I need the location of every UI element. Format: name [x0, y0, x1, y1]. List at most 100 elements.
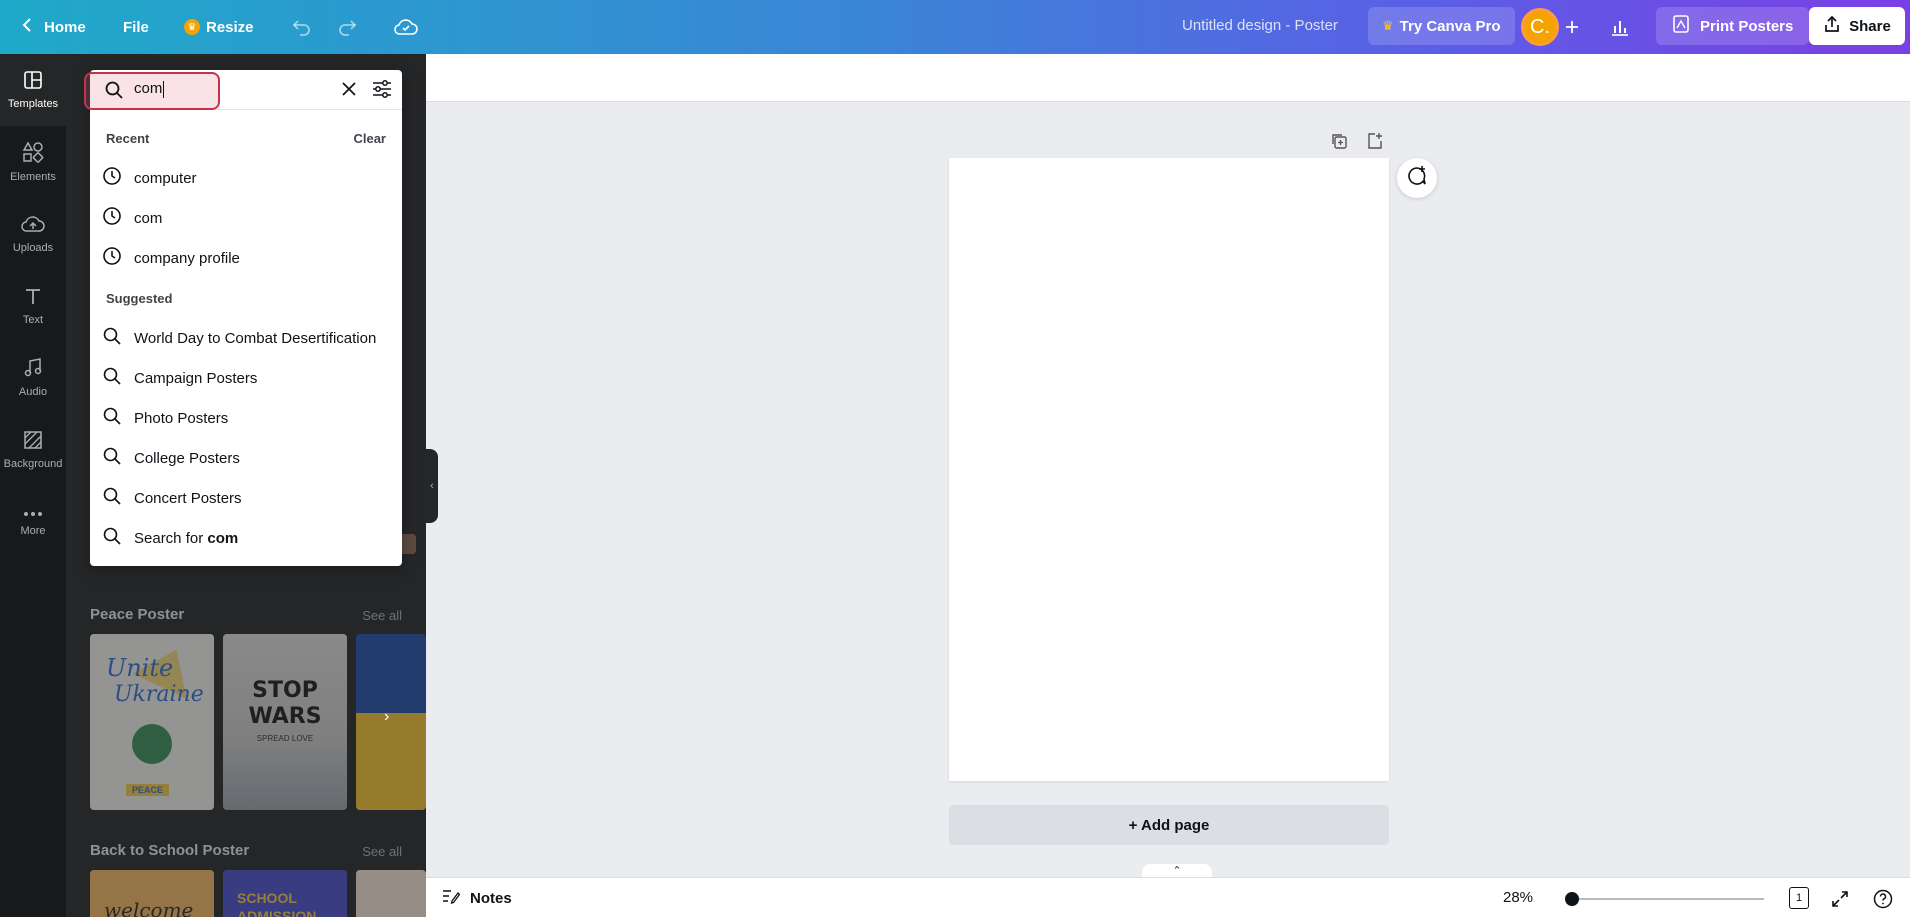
template-thumbnail[interactable]: welcome	[90, 870, 214, 917]
page-count-button[interactable]: 1	[1789, 887, 1809, 909]
zoom-slider-handle[interactable]	[1564, 892, 1579, 906]
suggested-search-item[interactable]: Campaign Posters	[90, 358, 402, 398]
home-button[interactable]: Home	[10, 8, 98, 46]
suggested-search-item[interactable]: Concert Posters	[90, 478, 402, 518]
search-icon	[102, 406, 122, 430]
search-for-item[interactable]: Search for com	[90, 518, 402, 558]
more-dots-icon	[23, 508, 43, 520]
rail-label: Audio	[18, 386, 48, 398]
rail-item-elements[interactable]: Elements	[0, 126, 66, 198]
analytics-icon[interactable]	[1602, 9, 1638, 45]
show-pages-toggle[interactable]: ⌃	[1142, 864, 1212, 878]
cloud-save-icon[interactable]	[388, 9, 424, 45]
top-bar: Home File ♛ Resize Untitled design - Pos…	[0, 0, 1910, 54]
clock-icon	[102, 166, 122, 190]
clear-recent-button[interactable]: Clear	[353, 131, 386, 146]
rail-item-background[interactable]: Background	[0, 414, 66, 486]
undo-icon[interactable]	[284, 9, 320, 45]
section-title: Peace Poster	[90, 606, 185, 623]
recent-search-label: company profile	[134, 249, 240, 267]
share-icon	[1823, 15, 1841, 37]
add-page-button[interactable]: + Add page	[949, 805, 1389, 845]
design-title[interactable]: Untitled design - Poster	[1182, 17, 1338, 34]
recent-search-label: com	[134, 209, 163, 227]
suggested-search-item[interactable]: World Day to Combat Desertification	[90, 318, 402, 358]
suggested-search-label: Concert Posters	[134, 489, 242, 507]
duplicate-page-icon[interactable]	[1328, 130, 1350, 152]
try-pro-label: Try Canva Pro	[1399, 17, 1501, 35]
rail-item-text[interactable]: Text	[0, 270, 66, 342]
search-bar: com	[84, 70, 402, 110]
clock-icon	[102, 206, 122, 230]
file-menu-button[interactable]: File	[111, 8, 161, 46]
share-button[interactable]: Share	[1809, 7, 1905, 45]
add-comment-button[interactable]	[1397, 158, 1437, 198]
editor-toolbar	[426, 54, 1910, 102]
file-label: File	[123, 18, 149, 36]
rail-label: Elements	[10, 171, 56, 183]
chevron-left-icon	[22, 18, 32, 36]
recent-search-label: computer	[134, 169, 197, 187]
left-rail: Templates Elements Uploads Text Audio Ba…	[0, 54, 66, 917]
template-thumbnail[interactable]	[356, 870, 426, 917]
search-icon	[102, 526, 122, 550]
search-icon	[102, 486, 122, 510]
fullscreen-icon[interactable]	[1829, 888, 1851, 910]
filter-icon[interactable]	[372, 80, 392, 103]
rail-item-templates[interactable]: Templates	[0, 54, 66, 126]
zoom-level[interactable]: 28%	[1503, 889, 1533, 906]
background-pattern-icon	[23, 430, 43, 453]
rail-item-more[interactable]: More	[0, 486, 66, 558]
search-for-label: Search for com	[134, 530, 386, 547]
redo-icon[interactable]	[329, 9, 365, 45]
template-thumbnail[interactable]: Unite Ukraine PEACE	[90, 634, 214, 810]
music-note-icon	[23, 358, 43, 381]
add-page-icon[interactable]	[1364, 130, 1386, 152]
rail-label: Background	[3, 458, 63, 470]
search-icon	[102, 366, 122, 390]
help-icon[interactable]	[1872, 888, 1894, 910]
resize-label: Resize	[206, 18, 254, 36]
section-title: Back to School Poster	[90, 842, 250, 859]
chevron-left-icon: ‹	[430, 480, 434, 492]
search-for-term: com	[207, 529, 239, 547]
collapse-panel-button[interactable]: ‹	[426, 449, 438, 523]
rail-item-audio[interactable]: Audio	[0, 342, 66, 414]
search-dropdown: com Recent Clear computer com company pr…	[84, 70, 402, 566]
suggested-search-label: World Day to Combat Desertification	[134, 329, 377, 347]
design-page[interactable]	[949, 158, 1389, 781]
search-for-prefix: Search for	[134, 529, 208, 547]
recent-search-item[interactable]: com	[90, 198, 402, 238]
recent-search-item[interactable]: computer	[90, 158, 402, 198]
recent-search-item[interactable]: company profile	[90, 238, 402, 278]
rail-item-uploads[interactable]: Uploads	[0, 198, 66, 270]
clear-search-icon[interactable]	[340, 80, 358, 103]
crown-icon: ♛	[184, 19, 200, 35]
chevron-right-icon[interactable]: ›	[384, 708, 389, 726]
share-label: Share	[1849, 17, 1891, 35]
search-input[interactable]: com	[134, 80, 284, 98]
bottom-bar: Notes 28% 1	[426, 877, 1910, 917]
suggested-search-item[interactable]: Photo Posters	[90, 398, 402, 438]
print-icon	[1672, 14, 1690, 38]
suggested-search-label: Photo Posters	[134, 409, 229, 427]
suggested-search-item[interactable]: College Posters	[90, 438, 402, 478]
crown-icon: ♛	[1382, 18, 1394, 33]
resize-button[interactable]: ♛ Resize	[172, 8, 266, 46]
try-pro-button[interactable]: ♛ Try Canva Pro	[1368, 7, 1515, 45]
plus-icon[interactable]	[1554, 9, 1590, 45]
search-icon	[102, 446, 122, 470]
zoom-slider-track[interactable]	[1568, 898, 1764, 900]
rail-label: Uploads	[12, 242, 54, 254]
template-thumbnail[interactable]	[356, 634, 426, 810]
text-icon	[23, 286, 43, 309]
text-cursor	[163, 80, 165, 98]
notes-button[interactable]: Notes	[442, 888, 512, 908]
rail-label: Text	[22, 314, 44, 326]
print-posters-button[interactable]: Print Posters	[1656, 7, 1810, 45]
rail-label: More	[20, 524, 46, 537]
see-all-link[interactable]: See all	[362, 608, 402, 623]
see-all-link[interactable]: See all	[362, 844, 402, 859]
template-thumbnail[interactable]: STOP WARS SPREAD LOVE	[223, 634, 347, 810]
template-thumbnail[interactable]: SCHOOL ADMISSION	[223, 870, 347, 917]
